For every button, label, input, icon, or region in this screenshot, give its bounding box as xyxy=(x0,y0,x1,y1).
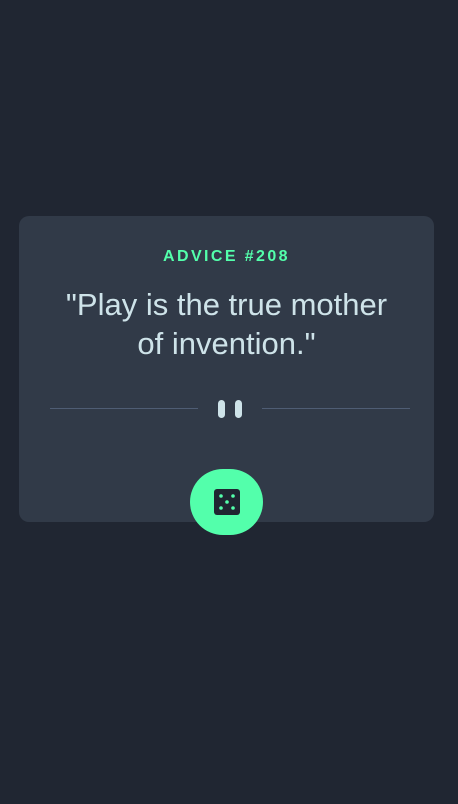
divider-line-left xyxy=(50,408,198,409)
advice-id: ADVICE #208 xyxy=(163,248,290,265)
pause-icon xyxy=(218,398,244,420)
advice-quote: "Play is the true mother of invention." xyxy=(65,287,388,361)
divider-line-right xyxy=(262,408,410,409)
dice-icon xyxy=(213,489,240,515)
advice-card: ADVICE #208 "Play is the true mother of … xyxy=(19,216,434,535)
new-advice-button[interactable] xyxy=(190,469,263,535)
divider xyxy=(50,398,410,420)
